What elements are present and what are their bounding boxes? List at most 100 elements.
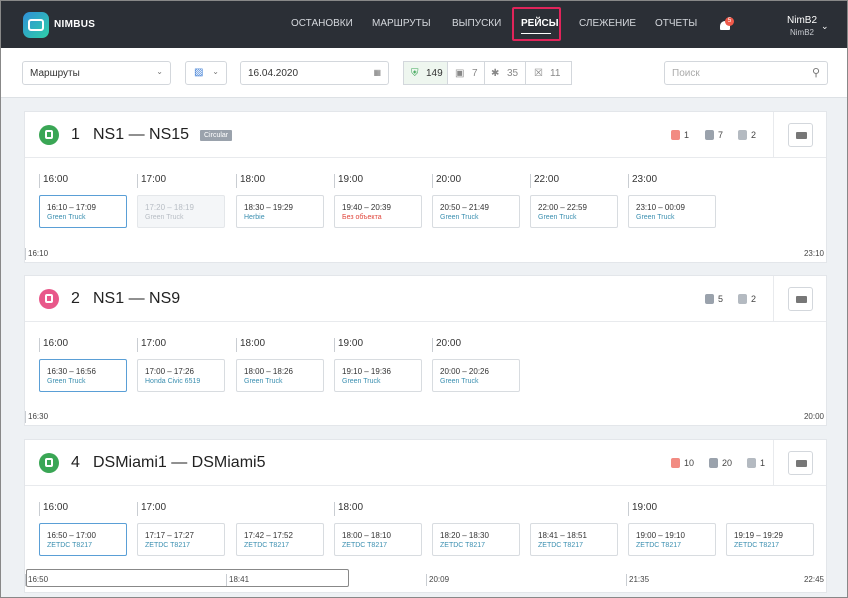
routes-select-value: Маршруты <box>30 68 80 79</box>
stat-vehicles[interactable]: 2 <box>738 130 756 140</box>
scale-end: 20:00 <box>803 412 824 421</box>
trip-card[interactable]: 16:50 – 17:00 ZETDC T8217 <box>39 523 127 556</box>
print-button[interactable] <box>788 287 813 311</box>
bus-icon <box>39 125 59 145</box>
trip-vehicle: Green Truck <box>440 378 479 385</box>
filter-other[interactable]: ✱ 35 <box>484 61 526 85</box>
route-name[interactable]: NS1 — NS15 <box>93 126 189 144</box>
filter-cancelled[interactable]: ☒ 11 <box>525 61 572 85</box>
stat-errors[interactable]: 10 <box>671 458 694 468</box>
vehicle-type-select[interactable]: ▨ ⌄ <box>185 61 227 85</box>
shield-x-icon: ☒ <box>534 68 543 79</box>
trip-vehicle: Green Truck <box>145 214 184 221</box>
trip-card[interactable]: 18:00 – 18:10 ZETDC T8217 <box>334 523 422 556</box>
trip-time: 16:30 – 16:56 <box>47 367 96 376</box>
hour-label: 18:00 <box>236 338 265 352</box>
search-input[interactable]: Поиск ⚲ <box>664 61 828 85</box>
stat-ok[interactable]: 5 <box>705 294 723 304</box>
trip-vehicle: Green Truck <box>244 378 283 385</box>
trip-card[interactable]: 18:41 – 18:51 ZETDC T8217 <box>530 523 618 556</box>
routes-select[interactable]: Маршруты ⌄ <box>22 61 171 85</box>
scale-start: 16:10 <box>25 248 48 260</box>
route-name[interactable]: NS1 — NS9 <box>93 290 180 308</box>
trip-time: 18:20 – 18:30 <box>440 531 489 540</box>
trip-card[interactable]: 23:10 – 00:09 Green Truck <box>628 195 716 228</box>
trip-time: 17:20 – 18:19 <box>145 203 194 212</box>
hour-label: 23:00 <box>628 174 657 188</box>
bus-icon <box>39 289 59 309</box>
trip-card[interactable]: 19:10 – 19:36 Green Truck <box>334 359 422 392</box>
hour-label: 16:00 <box>39 174 68 188</box>
trip-vehicle: ZETDC T8217 <box>244 542 289 549</box>
trip-card[interactable]: 17:20 – 18:19 Green Truck <box>137 195 225 228</box>
hour-label: 20:00 <box>432 338 461 352</box>
nav-tracking[interactable]: СЛЕЖЕНИЕ <box>579 18 636 29</box>
trip-time: 23:10 – 00:09 <box>636 203 685 212</box>
trip-vehicle: Green Truck <box>47 378 86 385</box>
nav-routes[interactable]: МАРШРУТЫ <box>372 18 431 29</box>
vehicles-icon <box>747 458 756 468</box>
timeline-scale[interactable]: 16:30 20:00 <box>25 411 826 423</box>
stat-errors-count: 10 <box>684 458 695 468</box>
shield-check-icon <box>705 294 714 304</box>
header-divider <box>773 440 774 486</box>
timeline-scale[interactable]: 16:10 23:10 <box>25 248 826 260</box>
filter-vehicles[interactable]: ▣ 7 <box>447 61 485 85</box>
search-placeholder: Поиск <box>672 68 700 79</box>
stat-ok-count: 7 <box>718 130 724 140</box>
scale-end: 22:45 <box>803 575 824 584</box>
timeline-range-selector[interactable] <box>26 569 349 587</box>
trip-time: 16:10 – 17:09 <box>47 203 96 212</box>
date-field[interactable]: 16.04.2020 ▦ <box>240 61 389 85</box>
trip-vehicle: Herbie <box>244 214 265 221</box>
stat-ok[interactable]: 20 <box>709 458 732 468</box>
user-menu-chevron-icon[interactable]: ⌄ <box>821 21 829 32</box>
calendar-icon: ▦ <box>373 68 381 77</box>
trip-card[interactable]: 17:00 – 17:26 Honda Civic 6519 <box>137 359 225 392</box>
trip-card[interactable]: 17:17 – 17:27 ZETDC T8217 <box>137 523 225 556</box>
trip-vehicle: ZETDC T8217 <box>440 542 485 549</box>
trip-card[interactable]: 18:20 – 18:30 ZETDC T8217 <box>432 523 520 556</box>
brand-name[interactable]: NIMBUS <box>54 19 95 30</box>
route-name[interactable]: DSMiami1 — DSMiami5 <box>93 454 265 472</box>
hour-label: 22:00 <box>530 174 559 188</box>
nav-reports[interactable]: ОТЧЕТЫ <box>655 18 697 29</box>
trip-card[interactable]: 18:30 – 19:29 Herbie <box>236 195 324 228</box>
printer-icon <box>796 296 807 303</box>
nav-trips[interactable]: РЕЙСЫ <box>521 18 559 29</box>
trip-time: 18:30 – 19:29 <box>244 203 293 212</box>
chevron-down-icon: ⌄ <box>212 67 219 76</box>
stat-vehicles[interactable]: 2 <box>738 294 756 304</box>
trip-card[interactable]: 20:00 – 20:26 Green Truck <box>432 359 520 392</box>
scale-start: 16:50 <box>25 574 48 586</box>
nimbus-logo-icon[interactable] <box>23 12 49 38</box>
filter-ok[interactable]: ⛨ 149 <box>403 61 448 85</box>
trip-time: 22:00 – 22:59 <box>538 203 587 212</box>
stat-errors[interactable]: 1 <box>671 130 689 140</box>
filter-ok-count: 149 <box>426 68 443 79</box>
user-subname: NimB2 <box>790 28 815 37</box>
trip-card[interactable]: 22:00 – 22:59 Green Truck <box>530 195 618 228</box>
trip-card[interactable]: 16:30 – 16:56 Green Truck <box>39 359 127 392</box>
trip-card[interactable]: 19:19 – 19:29 ZETDC T8217 <box>726 523 814 556</box>
print-button[interactable] <box>788 123 813 147</box>
trip-time: 19:40 – 20:39 <box>342 203 391 212</box>
filter-cancelled-count: 11 <box>550 68 561 79</box>
trip-card[interactable]: 17:42 – 17:52 ZETDC T8217 <box>236 523 324 556</box>
trip-card[interactable]: 19:40 – 20:39 Без объекта <box>334 195 422 228</box>
stat-vehicles[interactable]: 1 <box>747 458 765 468</box>
route-card-header: 2 NS1 — NS9 5 2 <box>25 276 826 322</box>
nav-releases[interactable]: ВЫПУСКИ <box>452 18 501 29</box>
nav-stops[interactable]: ОСТАНОВКИ <box>291 18 353 29</box>
hour-label: 19:00 <box>334 174 363 188</box>
print-button[interactable] <box>788 451 813 475</box>
trip-card[interactable]: 19:00 – 19:10 ZETDC T8217 <box>628 523 716 556</box>
stat-ok[interactable]: 7 <box>705 130 723 140</box>
trip-card[interactable]: 20:50 – 21:49 Green Truck <box>432 195 520 228</box>
trip-card[interactable]: 16:10 – 17:09 Green Truck <box>39 195 127 228</box>
printer-icon <box>796 132 807 139</box>
scale-start: 16:30 <box>25 411 48 423</box>
user-name[interactable]: NimB2 <box>787 15 817 26</box>
timeline-scale[interactable]: 16:50 18:41 20:09 21:35 22:45 <box>25 569 826 587</box>
trip-card[interactable]: 18:00 – 18:26 Green Truck <box>236 359 324 392</box>
